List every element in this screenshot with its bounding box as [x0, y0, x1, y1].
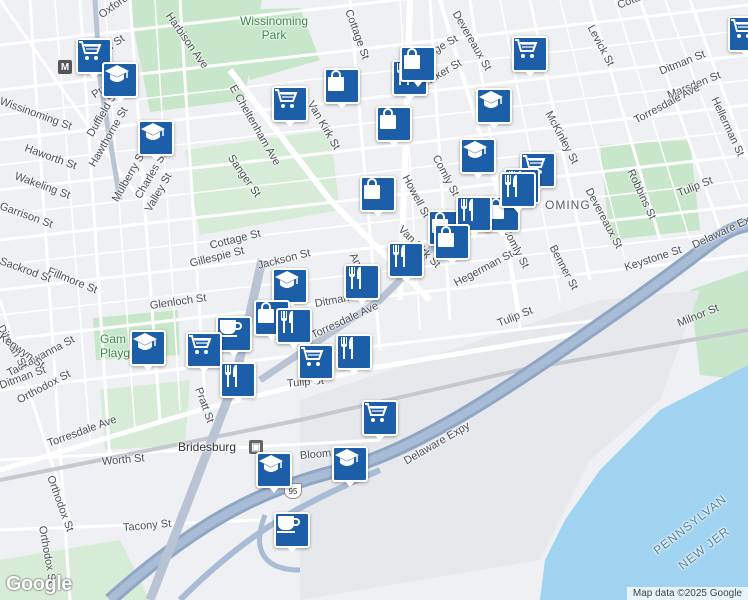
poi-pin-school[interactable]: [332, 446, 368, 487]
poi-pin-shopping-cart[interactable]: [728, 16, 748, 57]
poi-pin-school[interactable]: [256, 452, 292, 493]
playground-label-line: Gam: [100, 332, 127, 346]
poi-pin-shopping-cart[interactable]: [272, 86, 308, 127]
poi-pin-shopping-bag[interactable]: [400, 46, 436, 87]
wissinoming-neighborhood-label: OMING: [545, 198, 591, 212]
poi-pin-restaurant[interactable]: [220, 362, 256, 403]
poi-pin-school[interactable]: [130, 330, 166, 371]
poi-pin-restaurant[interactable]: [344, 264, 380, 305]
poi-pin-shopping-cart[interactable]: [512, 36, 548, 77]
google-logo: Google: [6, 573, 72, 595]
poi-pin-school[interactable]: [102, 62, 138, 103]
map-attribution[interactable]: Map data ©2025 Google: [626, 587, 748, 600]
poi-pin-school[interactable]: [460, 138, 496, 179]
poi-pin-restaurant[interactable]: [336, 334, 372, 375]
poi-pin-restaurant[interactable]: [500, 172, 536, 213]
poi-pin-school[interactable]: [138, 120, 174, 161]
park-label-line: Park: [261, 28, 287, 42]
poi-pin-shopping-bag[interactable]: [434, 224, 470, 265]
poi-pin-shopping-bag[interactable]: [324, 68, 360, 109]
poi-pin-shopping-cart[interactable]: [298, 344, 334, 385]
gambrel-playground-label: Gam Playgr: [100, 332, 134, 360]
map-canvas[interactable]: Oxford Ave Harbison Ave Granite St Pratt…: [0, 0, 748, 600]
park-label-line: Wissinoming: [240, 14, 309, 28]
poi-pin-restaurant[interactable]: [388, 242, 424, 283]
poi-pin-shopping-cart[interactable]: [186, 332, 222, 373]
subway-station-icon[interactable]: M: [58, 60, 72, 74]
poi-pin-restaurant[interactable]: [276, 308, 312, 349]
poi-pin-school[interactable]: [476, 88, 512, 129]
park-area: [690, 270, 748, 380]
bridesburg-label: Bridesburg: [178, 440, 237, 454]
poi-pin-school[interactable]: [272, 268, 308, 309]
wissinoming-park-label: Wissinoming Park: [240, 14, 308, 42]
poi-pin-shopping-bag[interactable]: [360, 176, 396, 217]
playground-label-line: Playgr: [100, 346, 135, 360]
poi-pin-shopping-bag[interactable]: [376, 106, 412, 147]
poi-pin-cafe[interactable]: [274, 512, 310, 553]
poi-pin-shopping-cart[interactable]: [362, 400, 398, 441]
